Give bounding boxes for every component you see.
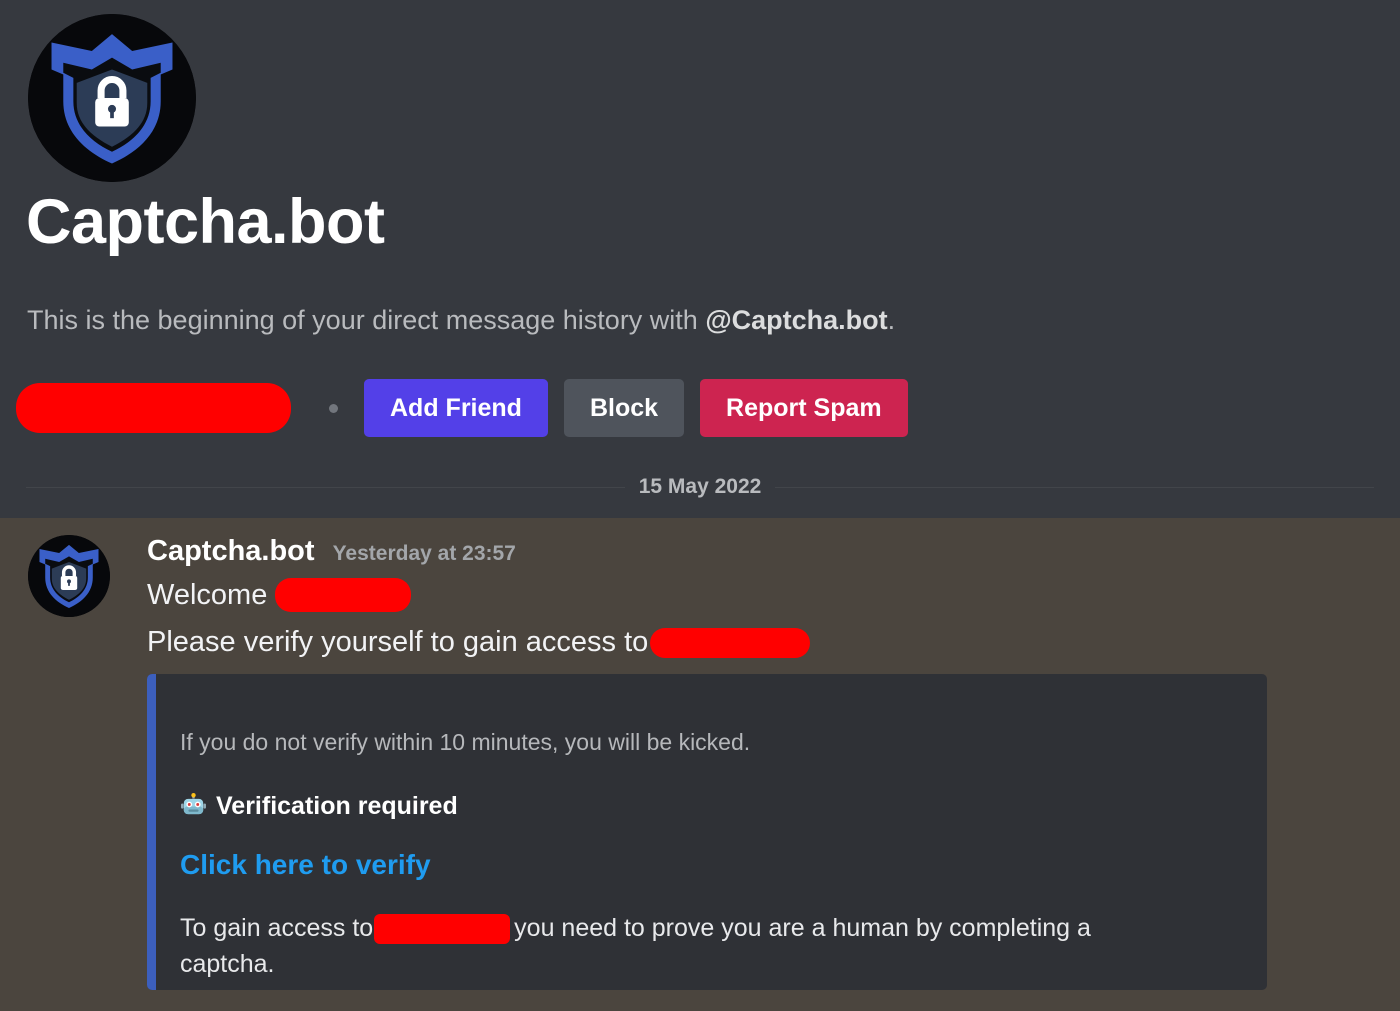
dm-intro-subtitle: This is the beginning of your direct mes… <box>27 305 895 336</box>
message-line-welcome: Welcome <box>147 578 412 612</box>
page-title: Captcha.bot <box>26 187 385 257</box>
embed-field-name-text: Verification required <box>216 792 458 821</box>
embed-body: If you do not verify within 10 minutes, … <box>180 674 1243 982</box>
redacted-server-name <box>650 627 811 658</box>
redacted-username <box>275 578 412 612</box>
shield-lock-icon <box>28 14 196 182</box>
message-author[interactable]: Captcha.bot <box>147 535 315 568</box>
embed-accent-bar <box>147 674 156 990</box>
bullet-separator-icon <box>329 403 338 413</box>
message-line-welcome-text: Welcome <box>147 578 268 611</box>
embed-description: If you do not verify within 10 minutes, … <box>180 729 751 755</box>
message-line-verify-prompt: Please verify yourself to gain access to <box>147 626 811 659</box>
dm-intro-region: Captcha.bot This is the beginning of you… <box>0 0 1400 518</box>
message-header: Captcha.bot Yesterday at 23:57 <box>147 535 516 568</box>
dm-intro-action-row: Add Friend Block Report Spam <box>16 378 924 438</box>
robot-face-emoji <box>180 793 207 820</box>
embed-field-name: Verification required <box>180 792 1243 821</box>
message-line-verify-prompt-text: Please verify yourself to gain access to <box>147 626 649 658</box>
redacted-mutual-servers <box>16 383 291 433</box>
embed-field-value: To gain access to you need to prove you a… <box>180 911 1190 982</box>
message-row[interactable]: Captcha.bot Yesterday at 23:57 Welcome P… <box>0 518 1400 1011</box>
date-divider-label: 15 May 2022 <box>638 475 762 498</box>
dm-intro-subtitle-prefix: This is the beginning of your direct mes… <box>27 305 706 335</box>
date-divider: 15 May 2022 <box>26 470 1375 504</box>
redacted-server-name-embed <box>374 914 511 945</box>
dm-intro-subtitle-suffix: . <box>887 305 896 335</box>
embed-field-value-prefix: To gain access to <box>180 914 374 943</box>
verify-link[interactable]: Click here to verify <box>180 849 431 881</box>
report-spam-button[interactable]: Report Spam <box>700 379 908 437</box>
date-divider-rule-left <box>26 486 625 488</box>
embed-card: If you do not verify within 10 minutes, … <box>147 674 1267 990</box>
message-timestamp: Yesterday at 23:57 <box>332 542 516 565</box>
dm-intro-subtitle-mention: @Captcha.bot <box>705 305 888 335</box>
block-button[interactable]: Block <box>563 379 685 437</box>
date-divider-rule-right <box>775 486 1375 488</box>
shield-lock-icon[interactable] <box>28 535 110 617</box>
add-friend-button[interactable]: Add Friend <box>364 379 548 437</box>
